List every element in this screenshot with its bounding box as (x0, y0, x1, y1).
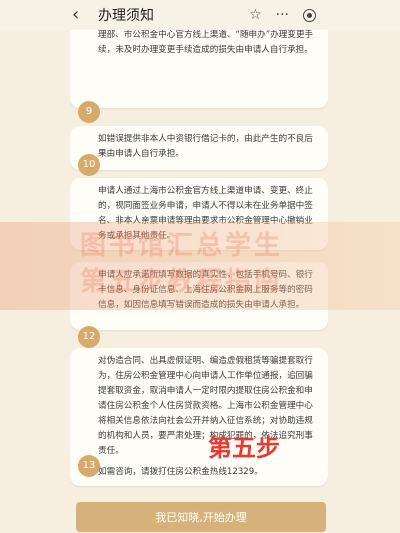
notice-card-9: 如错误提供非本人中资银行借记卡的，由此产生的不良后果由申请人自行承担。 (70, 126, 328, 170)
start-button[interactable]: 我已知晓,开始办理 (76, 502, 326, 532)
number-badge: 13 (78, 455, 100, 477)
number-badge: 12 (78, 326, 100, 348)
more-icon[interactable]: ··· (276, 7, 289, 23)
top-bar: ‹ 办理须知 ☆ ··· (0, 0, 400, 30)
step-label: 第五步 (208, 434, 280, 462)
notice-text: 如错误提供非本人中资银行借记卡的，由此产生的不良后果由申请人自行承担。 (98, 134, 313, 159)
watermark: 图书馆汇总学生 第五步教程指南 (80, 228, 360, 300)
watermark-line: 图书馆汇总学生 (80, 231, 284, 261)
notice-card-12: 对伪造合同、出具虚假证明、编造虚假租赁等骗提套取行为，住房公积金管理中心向申请人… (70, 348, 328, 476)
notice-card-8: 理部、市公积金中心官方线上渠道、“随申办”办理变更手续，未及时办理变更手续造成的… (70, 30, 328, 108)
bookmark-icon[interactable]: ☆ (249, 7, 262, 23)
watermark-line: 第五步教程指南 (80, 267, 284, 297)
notice-text: 如需咨询，请拨打住房公积金热线12329。 (98, 467, 263, 477)
top-bar-actions: ☆ ··· (249, 7, 316, 23)
notice-card-13: 如需咨询，请拨打住房公积金热线12329。 (70, 460, 328, 486)
target-icon[interactable] (303, 8, 316, 22)
notice-text: 理部、市公积金中心官方线上渠道、“随申办”办理变更手续，未及时办理变更手续造成的… (98, 30, 314, 55)
page-title: 办理须知 (98, 8, 154, 24)
number-badge: 10 (78, 154, 100, 176)
number-badge: 9 (78, 101, 100, 123)
chevron-left-icon[interactable]: ‹ (72, 0, 92, 30)
